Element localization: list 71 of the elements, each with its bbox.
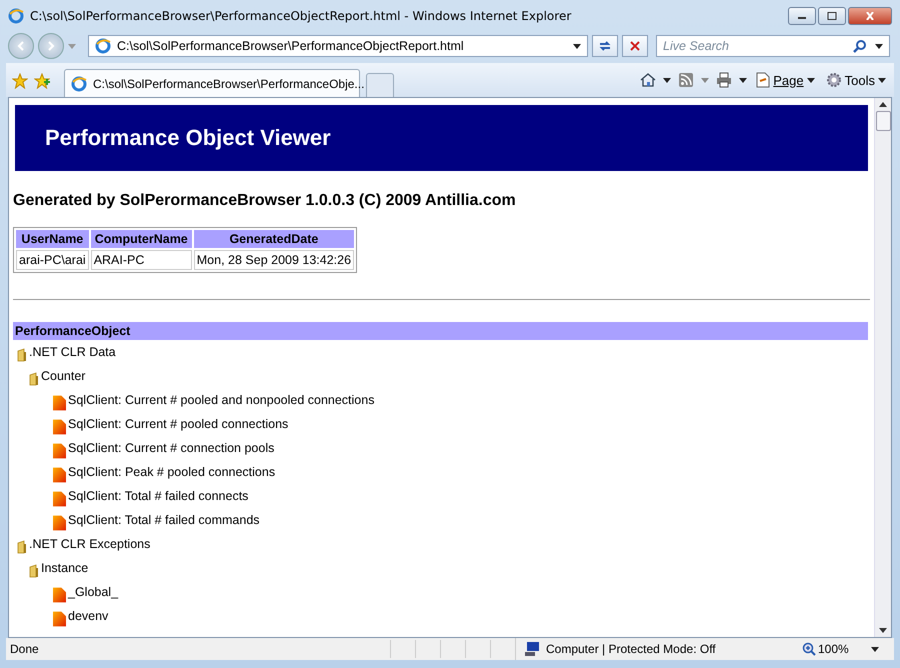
folder-icon — [17, 348, 27, 362]
search-icon[interactable] — [853, 39, 867, 53]
home-icon[interactable] — [640, 72, 656, 88]
document-icon — [53, 443, 66, 459]
scroll-down-icon[interactable] — [879, 628, 887, 633]
table-cell: Mon, 28 Sep 2009 13:42:26 — [194, 250, 354, 270]
scroll-up-icon[interactable] — [879, 102, 887, 107]
maximize-icon — [827, 12, 837, 20]
address-field[interactable]: C:\sol\SolPerformanceBrowser\PerformanceObjectReport.html — [88, 35, 588, 57]
document-icon — [53, 611, 66, 627]
close-button[interactable] — [848, 7, 892, 25]
close-icon — [865, 12, 875, 20]
tree-item[interactable]: SqlClient: Current # pooled and nonpooled connections — [68, 393, 374, 407]
refresh-button[interactable] — [592, 35, 618, 57]
caret-icon — [878, 78, 886, 82]
document-icon — [53, 491, 66, 507]
table-cell: arai-PC\arai — [16, 250, 89, 270]
tree-item[interactable]: SqlClient: Current # pooled connections — [68, 417, 288, 431]
tree-item[interactable]: .NET CLR Data — [29, 345, 116, 359]
tree-item[interactable]: SqlClient: Total # failed connects — [68, 489, 248, 503]
dropdown-icon[interactable] — [663, 78, 672, 82]
folder-icon — [29, 564, 39, 578]
tree-item[interactable]: SqlClient: Total # failed commands — [68, 513, 260, 527]
document-icon — [53, 395, 66, 411]
printer-icon[interactable] — [716, 72, 732, 88]
tree-item[interactable]: devenv — [68, 609, 108, 623]
gear-icon — [826, 72, 842, 88]
computer-icon — [524, 641, 540, 657]
tools-menu-button[interactable]: Tools — [824, 72, 888, 88]
page-menu-button[interactable]: Page — [754, 72, 817, 88]
window-title: C:\sol\SolPerformanceBrowser\PerformanceObjectReport.html - Windows Internet Explorer — [30, 9, 572, 23]
banner-title: Performance Object Viewer — [45, 125, 331, 151]
tree-item[interactable]: Counter — [41, 369, 86, 383]
tree-item[interactable]: Instance — [41, 561, 88, 575]
scrollbar-thumb[interactable] — [876, 111, 890, 131]
document-icon — [53, 515, 66, 531]
folder-icon — [17, 540, 27, 554]
scrollbar[interactable] — [874, 98, 891, 637]
feed-icon[interactable] — [678, 72, 694, 88]
zoom-button[interactable]: 100% — [802, 642, 849, 656]
tree-item[interactable]: .NET CLR Exceptions — [29, 537, 150, 551]
document-icon — [53, 587, 66, 603]
stop-button[interactable] — [622, 35, 648, 57]
status-text: Done — [9, 642, 40, 656]
tree-item[interactable]: SqlClient: Peak # pooled connections — [68, 465, 276, 479]
search-field[interactable]: Live Search — [656, 35, 890, 57]
table-cell: ARAI-PC — [90, 250, 192, 270]
add-favorite-icon[interactable] — [34, 73, 50, 89]
refresh-icon — [598, 39, 612, 53]
page-heading: Generated by SolPerormanceBrowser 1.0.0.3 (C) 2009 Antillia.com — [13, 192, 517, 210]
column-header: ComputerName — [90, 230, 192, 248]
column-header: UserName — [16, 230, 89, 248]
dropdown-icon[interactable] — [875, 44, 883, 48]
browser-logo-icon — [8, 8, 24, 24]
maximize-button[interactable] — [818, 7, 846, 25]
dropdown-icon[interactable] — [573, 44, 581, 48]
caret-icon — [806, 78, 815, 82]
document-icon — [53, 467, 66, 483]
folder-icon — [29, 372, 39, 386]
tree-item[interactable]: SqlClient: Current # connection pools — [68, 441, 274, 455]
document-icon — [53, 419, 66, 435]
dropdown-icon[interactable] — [870, 646, 879, 652]
column-header: GeneratedDate — [194, 230, 354, 248]
minimize-button[interactable] — [788, 7, 816, 25]
favorites-star-icon[interactable] — [12, 73, 28, 89]
security-zone-text: Computer | Protected Mode: Off — [546, 642, 716, 656]
tree-item[interactable]: _Global_ — [68, 585, 118, 599]
zoom-icon — [802, 642, 816, 656]
stop-icon — [629, 40, 641, 52]
section-header: PerformanceObject — [13, 322, 868, 340]
dropdown-icon[interactable] — [739, 78, 748, 82]
